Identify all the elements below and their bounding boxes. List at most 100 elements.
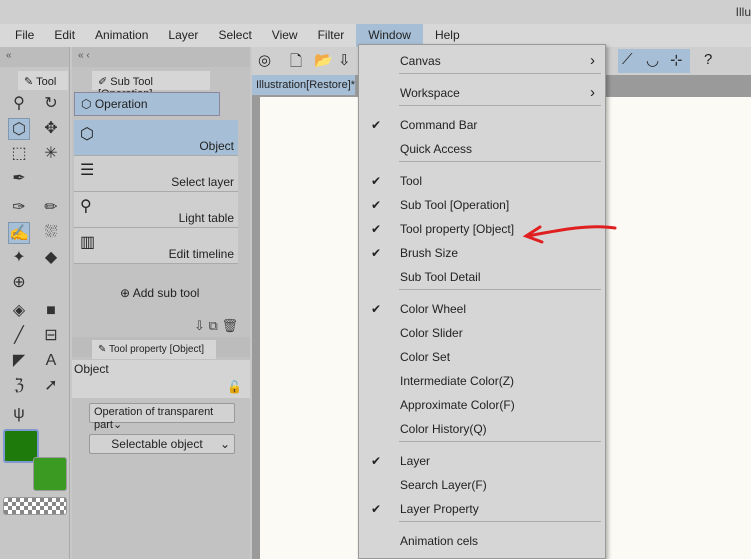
- rotate-icon[interactable]: ↻: [40, 93, 62, 115]
- pencil-icon[interactable]: ✏: [40, 197, 62, 219]
- move-icon[interactable]: ✥: [40, 118, 62, 140]
- subtool-label: Edit timeline: [168, 247, 234, 261]
- menu-view[interactable]: View: [264, 24, 306, 47]
- menu-item-approximate-color-f[interactable]: Approximate Color(F): [359, 393, 605, 417]
- fill-icon[interactable]: ◈: [8, 300, 30, 322]
- select-layer-icon: ☰: [80, 162, 95, 179]
- menu-item-label: Approximate Color(F): [400, 398, 515, 412]
- checkmark-icon: ✔: [371, 118, 382, 132]
- help-icon[interactable]: ?: [704, 51, 712, 68]
- sub-color-swatch[interactable]: [33, 457, 67, 491]
- blend-icon[interactable]: ⊕: [8, 272, 30, 294]
- operation-icon[interactable]: ⬡: [8, 118, 30, 140]
- subtool-tab[interactable]: ✐ Sub Tool [Operation]: [92, 71, 210, 100]
- menu-separator: [399, 289, 601, 290]
- subtool-select-layer[interactable]: ☰ Select layer: [74, 156, 238, 192]
- tool-tab[interactable]: ✎ Tool: [18, 71, 68, 90]
- balloon-icon[interactable]: ℨ: [8, 375, 30, 397]
- menu-edit[interactable]: Edit: [46, 24, 83, 47]
- magic-wand-icon[interactable]: ✳: [40, 143, 62, 165]
- gradient-icon[interactable]: ■: [40, 300, 62, 322]
- chevron-right-icon: ›: [590, 84, 595, 101]
- menu-item-label: Command Bar: [400, 118, 478, 132]
- subtool-edit-timeline[interactable]: ▥ Edit timeline: [74, 228, 238, 264]
- save-icon[interactable]: ⇩: [338, 51, 351, 69]
- open-icon[interactable]: 📂: [314, 51, 333, 69]
- transparent-operation-dropdown[interactable]: Operation of transparent part⌄: [89, 403, 235, 431]
- duplicate-icon[interactable]: ⧉: [209, 318, 218, 333]
- tool-name-label: Object: [74, 362, 109, 376]
- menu-item-sub-tool-operation[interactable]: ✔ Sub Tool [Operation]: [359, 193, 605, 217]
- lock-icon[interactable]: 🔓: [227, 380, 242, 394]
- window-menu: Canvas › Workspace › ✔ Command Bar Quick Acces…: [358, 44, 606, 559]
- subtool-label: Select layer: [171, 175, 234, 189]
- checkmark-icon: ✔: [371, 246, 382, 260]
- text-icon[interactable]: A: [40, 350, 62, 372]
- subtool-label: Light table: [178, 211, 234, 225]
- menu-item-label: Tool: [400, 174, 423, 188]
- object-icon: ⬡: [80, 126, 94, 143]
- menu-item-color-wheel[interactable]: ✔ Color Wheel: [359, 297, 605, 321]
- new-file-icon[interactable]: 🗋: [290, 51, 302, 76]
- eyedropper-icon[interactable]: ✒: [8, 168, 30, 190]
- menu-item-quick-access[interactable]: Quick Access: [359, 137, 605, 161]
- marquee-icon[interactable]: ⬚: [8, 143, 30, 165]
- menu-file[interactable]: File: [7, 24, 42, 47]
- document-tab[interactable]: Illustration[Restore]*: [252, 75, 355, 95]
- frame-icon[interactable]: ⊟: [40, 325, 62, 347]
- subtool-group-operation[interactable]: ⬡ Operation: [74, 92, 220, 116]
- menu-item-canvas[interactable]: Canvas ›: [359, 49, 605, 73]
- import-icon[interactable]: ⇩: [194, 318, 205, 333]
- menu-item-tool[interactable]: ✔ Tool: [359, 169, 605, 193]
- ruler-icon[interactable]: ◤: [8, 350, 30, 372]
- tool-tab-label: Tool: [36, 76, 57, 88]
- subtool-object[interactable]: ⬡ Object: [74, 120, 238, 156]
- menu-item-layer[interactable]: ✔ Layer: [359, 449, 605, 473]
- brush-icon[interactable]: ✍: [8, 222, 30, 244]
- eraser-icon[interactable]: ◆: [40, 247, 62, 269]
- snap-special-ruler-icon[interactable]: ◡: [646, 51, 659, 69]
- add-subtool-label: Add sub tool: [132, 286, 200, 300]
- app-icon[interactable]: ◎: [258, 51, 271, 69]
- selectable-object-dropdown[interactable]: Selectable object ⌄: [89, 434, 235, 454]
- menu-item-label: Color History(Q): [400, 422, 487, 436]
- pen-icon[interactable]: ✑: [8, 197, 30, 219]
- decoration-icon[interactable]: ✦: [8, 247, 30, 269]
- menu-filter[interactable]: Filter: [310, 24, 353, 47]
- menu-item-workspace[interactable]: Workspace ›: [359, 81, 605, 105]
- correct-line-icon[interactable]: ➚: [40, 375, 62, 397]
- subtool-label: Object: [199, 139, 234, 153]
- menu-item-intermediate-color-z[interactable]: Intermediate Color(Z): [359, 369, 605, 393]
- menu-item-label: Workspace: [400, 86, 460, 100]
- checkmark-icon: ✔: [371, 222, 382, 236]
- tool-property-tab[interactable]: ✎ Tool property [Object]: [92, 340, 216, 359]
- menu-item-search-layer-f[interactable]: Search Layer(F): [359, 473, 605, 497]
- menu-item-sub-tool-detail[interactable]: Sub Tool Detail: [359, 265, 605, 289]
- menu-item-color-history-q[interactable]: Color History(Q): [359, 417, 605, 441]
- menu-item-color-slider[interactable]: Color Slider: [359, 321, 605, 345]
- grass-icon[interactable]: ψ: [8, 403, 30, 425]
- menu-separator: [399, 105, 601, 106]
- subtool-light-table[interactable]: ⚲ Light table: [74, 192, 238, 228]
- airbrush-icon[interactable]: ⛆: [40, 222, 62, 244]
- zoom-icon[interactable]: ⚲: [8, 93, 30, 115]
- menu-item-command-bar[interactable]: ✔ Command Bar: [359, 113, 605, 137]
- menu-item-animation-cels[interactable]: Animation cels: [359, 529, 605, 553]
- figure-icon[interactable]: ╱: [8, 325, 30, 347]
- collapse-icon[interactable]: «: [0, 47, 69, 67]
- menu-item-label: Color Set: [400, 350, 451, 364]
- menu-layer[interactable]: Layer: [160, 24, 206, 47]
- menu-item-color-set[interactable]: Color Set: [359, 345, 605, 369]
- snap-grid-icon[interactable]: ⊹: [670, 51, 683, 69]
- transparent-color-swatch[interactable]: [3, 497, 67, 515]
- red-arrow-annotation: [522, 225, 617, 244]
- snap-ruler-icon[interactable]: ⟋: [622, 51, 633, 68]
- trash-icon[interactable]: 🗑: [221, 318, 238, 333]
- menu-item-layer-property[interactable]: ✔ Layer Property: [359, 497, 605, 521]
- menu-animation[interactable]: Animation: [87, 24, 156, 47]
- light-table-icon: ⚲: [80, 198, 92, 215]
- menu-separator: [399, 73, 601, 74]
- menu-select[interactable]: Select: [210, 24, 259, 47]
- checkmark-icon: ✔: [371, 302, 382, 316]
- add-subtool-button[interactable]: ⊕ Add sub tool: [120, 286, 199, 300]
